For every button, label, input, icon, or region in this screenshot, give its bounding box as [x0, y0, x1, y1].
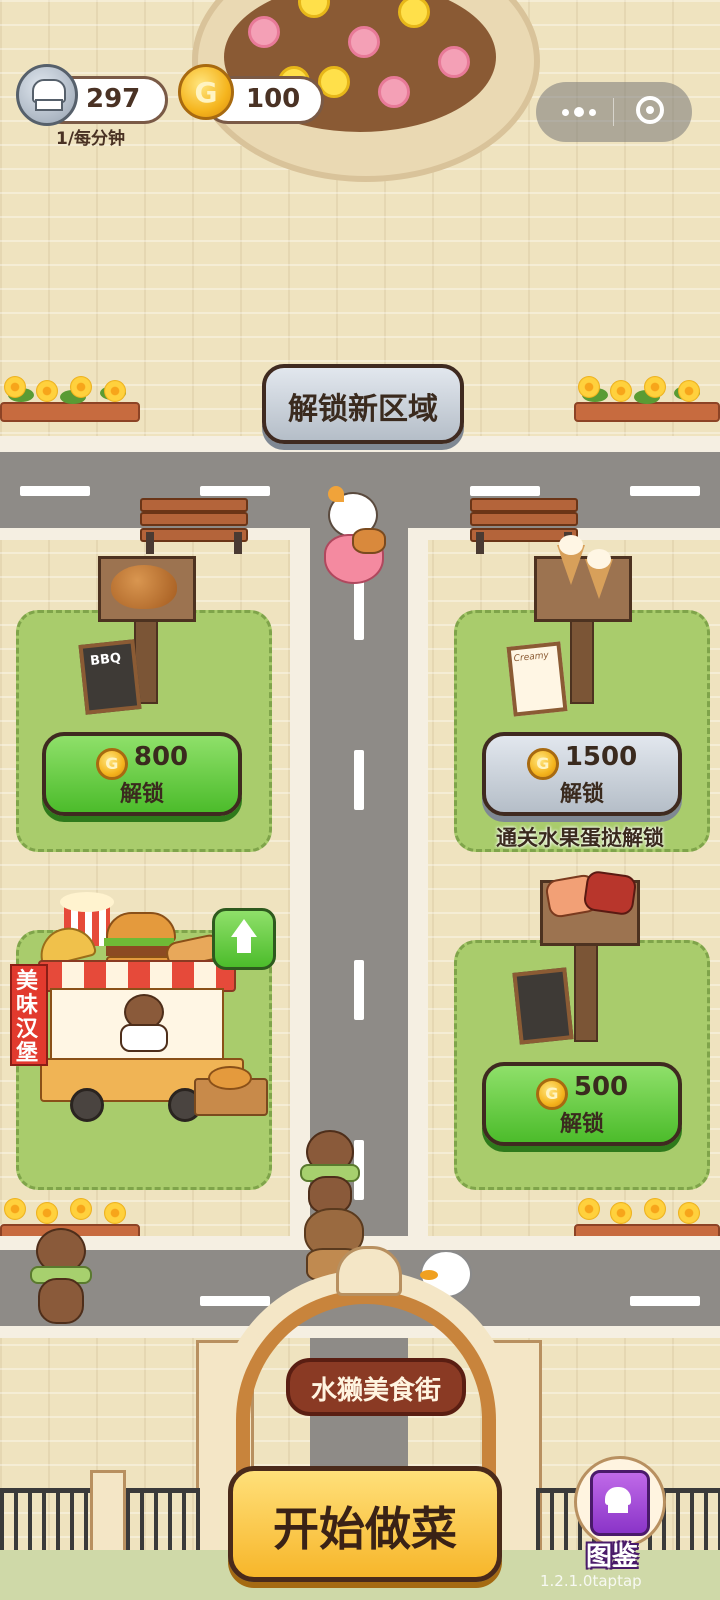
coin-icon: G: [95, 747, 128, 780]
flower-bed-left-top: [0, 376, 140, 422]
unlock-new-area-label: 解锁新区域: [288, 392, 438, 427]
bbq-chalkboard: BBQ: [78, 639, 142, 715]
upgrade-stall-button[interactable]: [212, 908, 276, 970]
icecream-menu-board: Creamy: [506, 641, 568, 717]
bench-left: [140, 498, 248, 554]
unlock-sushi-button[interactable]: G 500 解锁: [482, 1062, 682, 1146]
burger-stall-banner: 美味汉堡: [10, 964, 48, 1066]
roast-chicken-sign: [98, 556, 196, 622]
cat-waiter-character: [318, 484, 390, 594]
sushi-sign: [540, 869, 640, 946]
icecream-unlock-requirement: 通关水果蛋挞解锁: [496, 826, 664, 850]
flower-bed-right-top: [574, 376, 720, 422]
coin-icon: G: [178, 64, 234, 120]
recipe-book-icon: [590, 1470, 650, 1536]
game-scene: 297 1/每分钟 G 100 解锁新区域 BBQ G 800 解锁 Cream…: [0, 0, 720, 1600]
up-arrow-icon: [231, 919, 257, 937]
start-cooking-button[interactable]: 开始做菜: [228, 1466, 502, 1582]
gate-title: 水獭美食街: [310, 1376, 441, 1406]
version-label: 1.2.1.0taptap: [540, 1572, 642, 1590]
chef-hat-icon: [16, 64, 78, 126]
coin-value: 100: [246, 84, 301, 114]
coin-icon: G: [535, 1077, 568, 1110]
chef-points-rate: 1/每分钟: [56, 129, 126, 149]
chef-points-value: 297: [86, 84, 141, 114]
catalog-label: 图鉴: [586, 1542, 639, 1572]
sushi-chalkboard: [512, 967, 574, 1045]
coin-icon: G: [526, 747, 559, 780]
unlock-bbq-button[interactable]: G 800 解锁: [42, 732, 242, 816]
more-menu-icon[interactable]: [556, 100, 604, 124]
unlock-icecream-button[interactable]: G 1500 解锁: [482, 732, 682, 816]
chef-hat-icon: [605, 1487, 631, 1505]
otter-customer: [300, 1130, 360, 1214]
catalog-button[interactable]: 图鉴: [570, 1456, 670, 1572]
gate-title-banner: 水獭美食街: [286, 1358, 466, 1416]
icecream-cone-sign: [534, 535, 632, 622]
otter-customer: [30, 1228, 92, 1324]
otter-chef-character: [120, 994, 168, 1052]
miniprogram-capsule: [536, 82, 692, 142]
start-cooking-label: 开始做菜: [273, 1502, 457, 1556]
burger-plate-icon: [352, 528, 386, 554]
unlock-new-area-button[interactable]: 解锁新区域: [262, 364, 464, 444]
roast-chicken-icon: [111, 565, 177, 609]
close-miniprogram-icon[interactable]: [636, 96, 664, 124]
